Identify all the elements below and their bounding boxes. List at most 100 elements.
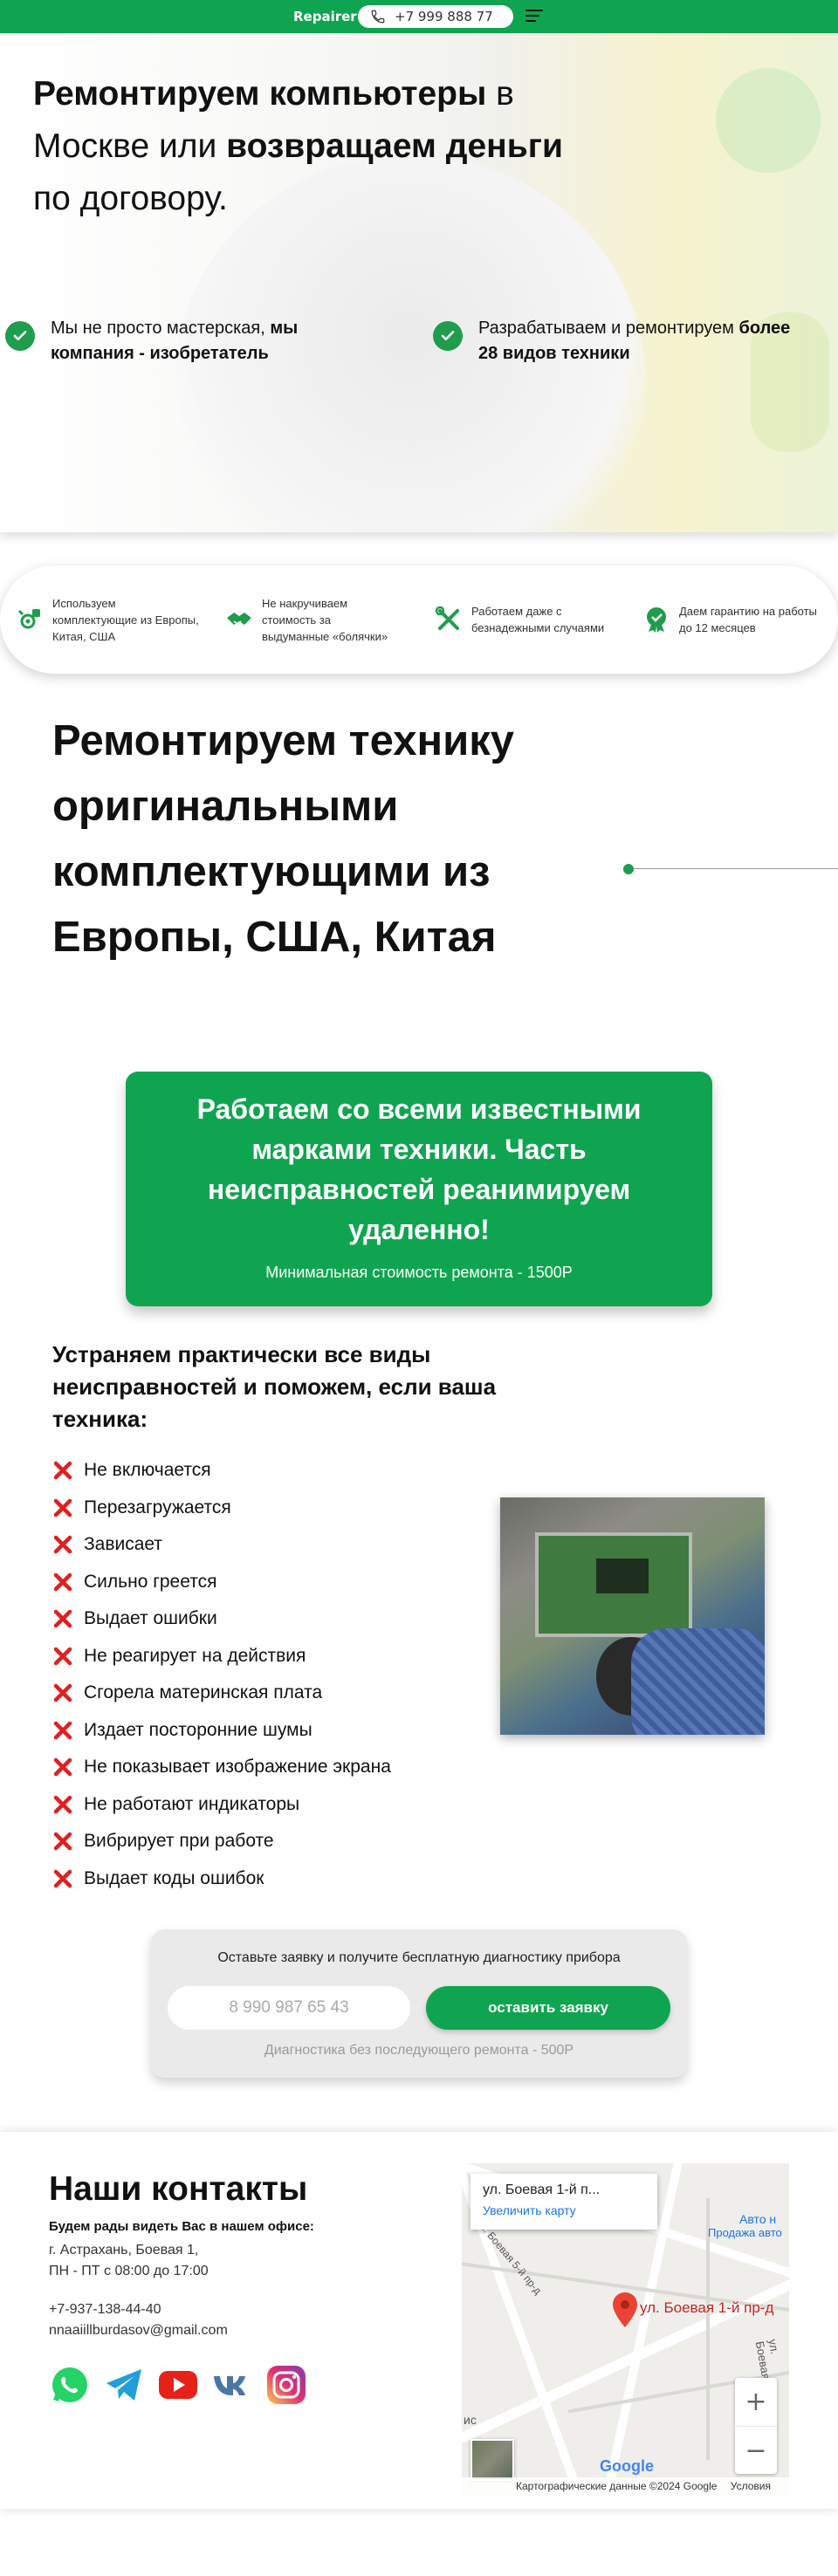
map-card-address: ул. Боевая 1-й п... <box>483 2182 601 2197</box>
issues-list: Не включается Перезагружается Зависает С… <box>52 1452 454 1897</box>
cross-icon <box>53 1795 72 1813</box>
hero-feature-text: Разрабатываем и ремонтируем <box>478 319 739 338</box>
cross-icon <box>53 1572 72 1591</box>
form-note: Диагностика без последующего ремонта - 5… <box>264 2043 574 2058</box>
check-circle-icon <box>5 321 35 351</box>
submit-request-button[interactable]: оставить заявку <box>426 1986 670 2030</box>
issue-text: Сгорела материнская плата <box>84 1682 323 1703</box>
map-attribution-text: Картографические данные ©2024 Google <box>516 2480 718 2492</box>
cross-icon <box>53 1833 72 1851</box>
hero-title: Ремонтируем компьютеры в Москве или возв… <box>33 68 592 225</box>
map-attribution: Картографические данные ©2024 Google Усл… <box>462 2477 789 2495</box>
map-pin-icon[interactable] <box>612 2292 638 2327</box>
contacts-address-block: г. Астрахань, Боевая 1, ПН - ПТ с 08:00 … <box>49 2240 209 2282</box>
advantage-item: Работаем даже с безнадежными случаями <box>435 565 609 674</box>
contacts-address: г. Астрахань, Боевая 1, <box>49 2243 199 2257</box>
list-item: Не реагирует на действия <box>52 1638 454 1675</box>
issues-title: Устраняем практически все виды неисправн… <box>52 1341 497 1432</box>
vk-icon[interactable] <box>211 2364 253 2406</box>
hero-feature: Мы не просто мастерская, мы компания - и… <box>5 316 354 367</box>
cross-icon <box>53 1536 72 1554</box>
brands-callout: Работаем со всеми известными марками тех… <box>126 1072 712 1306</box>
list-item: Не показывает изображение экрана <box>52 1749 454 1786</box>
map-street-label: ис <box>464 2413 477 2427</box>
map-zoom-controls: + − <box>735 2378 777 2474</box>
issue-text: Перезагружается <box>84 1497 231 1518</box>
satellite-toggle-button[interactable] <box>471 2439 514 2481</box>
list-item: Зависает <box>52 1526 454 1564</box>
telegram-icon[interactable] <box>103 2364 145 2406</box>
contacts-email[interactable]: nnaaiillburdasov@gmail.com <box>49 2320 228 2341</box>
top-bar: Repairer +7 999 888 77 71 <box>0 0 838 47</box>
hero-background-decoration <box>716 68 821 173</box>
cross-icon <box>53 1647 72 1665</box>
list-item: Сгорела материнская плата <box>52 1675 454 1712</box>
advantage-item: Не накручиваем стоимость за выдуманные «… <box>225 565 391 674</box>
cross-icon <box>53 1721 72 1739</box>
main-headline: Ремонтируем технику оригинальными компле… <box>52 717 515 961</box>
phone-input[interactable] <box>168 1986 410 2030</box>
enlarge-map-link[interactable]: Увеличить карту <box>483 2203 645 2217</box>
instagram-icon[interactable] <box>265 2364 307 2406</box>
youtube-icon[interactable] <box>157 2364 199 2406</box>
gear-puzzle-icon <box>17 609 40 629</box>
brands-callout-title: Работаем со всеми известными марками тех… <box>196 1093 642 1245</box>
advantage-text: Используем комплектующие из Европы, Кита… <box>52 596 199 643</box>
decorative-dot-line <box>623 864 838 874</box>
advantage-text: Не накручиваем стоимость за выдуманные «… <box>262 596 388 643</box>
zoom-in-button[interactable]: + <box>735 2378 777 2426</box>
minimum-price-text: Минимальная стоимость ремонта - 1500Р <box>265 1264 573 1281</box>
warranty-badge-icon <box>647 607 666 633</box>
phone-icon <box>371 10 385 24</box>
brand-name[interactable]: Repairer <box>293 9 357 24</box>
header-phone-button[interactable]: +7 999 888 77 71 <box>358 5 513 47</box>
cross-icon <box>53 1758 72 1777</box>
list-item: Не работают индикаторы <box>52 1786 454 1824</box>
issue-text: Сильно греется <box>84 1571 217 1592</box>
cross-icon <box>53 1498 72 1517</box>
issue-text: Выдает коды ошибок <box>84 1867 264 1888</box>
cross-icon <box>53 1869 72 1887</box>
whatsapp-icon[interactable] <box>49 2364 91 2406</box>
repair-photo <box>500 1497 765 1735</box>
contacts-reach-block: +7-937-138-44-40 nnaaiillburdasov@gmail.… <box>49 2299 228 2341</box>
map-poi-label: Авто н <box>739 2212 777 2226</box>
advantage-item: Даем гарантию на работы до 12 месяцев <box>642 565 817 674</box>
contacts-hours: ПН - ПТ с 08:00 до 17:00 <box>49 2264 209 2278</box>
hero-title-part: возвращаем деньги <box>226 127 563 165</box>
advantage-item: Используем комплектующие из Европы, Кита… <box>16 565 199 674</box>
map-poi-label: Продажа авто <box>708 2226 782 2239</box>
advantage-text: Даем гарантию на работы до 12 месяцев <box>679 605 817 634</box>
list-item: Перезагружается <box>52 1490 454 1527</box>
advantages-bar: Используем комплектующие из Европы, Кита… <box>0 565 838 674</box>
issue-text: Не включается <box>84 1460 211 1481</box>
google-logo: Google <box>600 2457 654 2475</box>
map-info-card: ул. Боевая 1-й п... Увеличить карту <box>471 2174 657 2230</box>
handshake-icon <box>227 613 251 625</box>
request-form: Оставьте заявку и получите бесплатную ди… <box>151 1929 687 2078</box>
cross-icon <box>53 1462 72 1480</box>
hero-feature-text: Мы не просто мастерская, <box>51 319 271 338</box>
list-item: Не включается <box>52 1452 454 1490</box>
contacts-subtitle: Будем рады видеть Вас в нашем офисе: <box>49 2219 314 2234</box>
contacts-title: Наши контакты <box>49 2170 308 2208</box>
list-item: Издает посторонние шумы <box>52 1712 454 1750</box>
issue-text: Зависает <box>84 1534 163 1555</box>
list-item: Выдает коды ошибок <box>52 1860 454 1898</box>
cross-icon <box>53 1684 72 1702</box>
location-map[interactable]: Авто н Продажа авто ул. Боевая 5-й пр-д … <box>462 2163 789 2495</box>
zoom-out-button[interactable]: − <box>735 2426 777 2474</box>
contacts-phone[interactable]: +7-937-138-44-40 <box>49 2299 228 2320</box>
issue-text: Вибрирует при работе <box>84 1831 274 1852</box>
list-item: Сильно греется <box>52 1564 454 1601</box>
list-item: Вибрирует при работе <box>52 1823 454 1860</box>
map-terms-link[interactable]: Условия <box>731 2480 771 2492</box>
issue-text: Не работают индикаторы <box>84 1793 300 1814</box>
hero-feature: Разрабатываем и ремонтируем более 28 вид… <box>433 316 808 367</box>
list-item: Выдает ошибки <box>52 1600 454 1638</box>
form-prompt: Оставьте заявку и получите бесплатную ди… <box>217 1950 621 1965</box>
hero-section: Ремонтируем компьютеры в Москве или возв… <box>0 33 838 532</box>
issue-text: Не показывает изображение экрана <box>84 1757 391 1778</box>
menu-icon[interactable] <box>525 10 543 24</box>
map-street-label: ул. Боевая <box>752 2338 782 2381</box>
